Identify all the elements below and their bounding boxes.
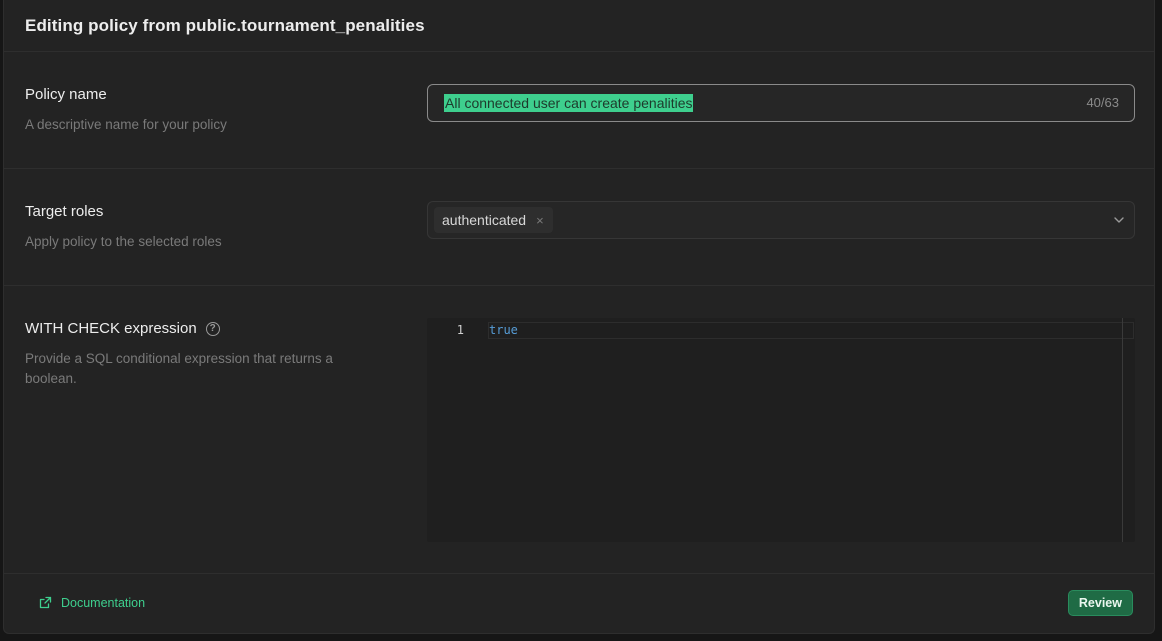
policy-editor-modal: Editing policy from public.tournament_pe… xyxy=(3,0,1155,634)
target-roles-label-group: Target roles Apply policy to the selecte… xyxy=(25,203,365,252)
review-button[interactable]: Review xyxy=(1067,589,1133,616)
close-icon[interactable]: × xyxy=(536,213,544,228)
line-number: 1 xyxy=(456,323,464,337)
policy-name-value: All connected user can create penalities xyxy=(444,94,694,112)
modal-header: Editing policy from public.tournament_pe… xyxy=(4,0,1154,52)
char-count: 40/63 xyxy=(1086,95,1119,110)
help-circle-icon[interactable]: ? xyxy=(205,321,220,336)
target-roles-section: Target roles Apply policy to the selecte… xyxy=(4,169,1154,286)
documentation-label: Documentation xyxy=(61,595,146,610)
with-check-label-text: WITH CHECK expression xyxy=(25,320,197,337)
modal-title: Editing policy from public.tournament_pe… xyxy=(25,15,425,35)
target-roles-select[interactable]: authenticated × xyxy=(427,201,1135,239)
with-check-label-group: WITH CHECK expression ? Provide a SQL co… xyxy=(25,320,365,389)
editor-scrollbar[interactable] xyxy=(1122,318,1123,542)
with-check-section: WITH CHECK expression ? Provide a SQL co… xyxy=(4,286,1154,574)
documentation-link[interactable]: Documentation xyxy=(39,596,145,610)
role-chip-authenticated: authenticated × xyxy=(434,207,553,233)
policy-name-input[interactable]: All connected user can create penalities… xyxy=(427,84,1135,122)
modal-footer: Documentation Review xyxy=(4,572,1154,633)
active-line-highlight xyxy=(488,322,1134,339)
policy-name-label-group: Policy name A descriptive name for your … xyxy=(25,86,365,135)
with-check-description: Provide a SQL conditional expression tha… xyxy=(25,351,333,386)
code-line: true xyxy=(489,323,518,337)
target-roles-description: Apply policy to the selected roles xyxy=(25,234,222,249)
external-link-icon xyxy=(39,596,52,609)
policy-name-label: Policy name xyxy=(25,86,107,103)
target-roles-label: Target roles xyxy=(25,203,104,220)
policy-name-description: A descriptive name for your policy xyxy=(25,117,227,132)
editor-gutter: 1 xyxy=(427,318,477,542)
role-chip-label: authenticated xyxy=(442,212,527,228)
policy-name-section: Policy name A descriptive name for your … xyxy=(4,52,1154,169)
sql-editor[interactable]: 1 true xyxy=(427,318,1135,542)
with-check-label: WITH CHECK expression ? xyxy=(25,320,365,337)
chevron-down-icon[interactable] xyxy=(1112,213,1126,232)
